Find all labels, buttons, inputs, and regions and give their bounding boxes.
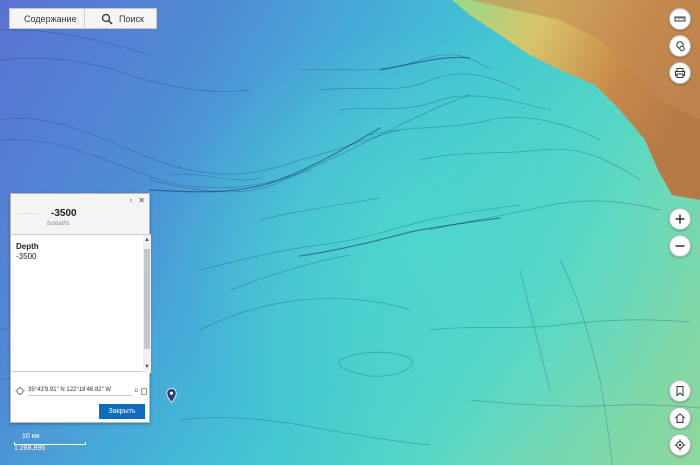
ruler-icon (674, 16, 686, 22)
close-button[interactable]: Закрыть (99, 404, 145, 419)
scale-distance: 10 км (22, 433, 40, 440)
map-toolbar: Содержание Поиск (9, 8, 157, 29)
coord-extra: o (134, 388, 138, 394)
scroll-up-icon[interactable]: ▲ (144, 237, 150, 243)
print-button[interactable] (669, 62, 691, 84)
dock-icon[interactable]: ▫ (129, 196, 132, 205)
close-icon[interactable]: ✕ (138, 196, 145, 205)
home-button[interactable] (669, 407, 691, 429)
contents-button[interactable]: Содержание (10, 9, 84, 28)
attribute-value: -3500 (16, 252, 37, 261)
legend-swatch (17, 213, 39, 214)
copy-icon[interactable] (141, 387, 147, 395)
crosshair-icon[interactable] (15, 386, 25, 396)
basemap-button[interactable] (669, 35, 691, 57)
locate-button[interactable] (669, 434, 691, 456)
popup-controls: ▫ ✕ (129, 196, 145, 205)
scroll-down-icon[interactable]: ▼ (144, 364, 150, 370)
search-label: Поиск (119, 13, 144, 24)
search-icon (101, 13, 113, 25)
plus-icon (675, 214, 685, 224)
location-pin-icon[interactable] (166, 388, 177, 403)
coordinates-text: 35°43'9.91" N 122°18'46.82" W (28, 387, 132, 396)
popup-scrollbar[interactable]: ▲ ▼ (143, 235, 151, 373)
search-button[interactable]: Поиск (84, 9, 156, 28)
basemap-icon (676, 41, 685, 52)
bookmarks-button[interactable] (669, 380, 691, 402)
zoom-in-button[interactable] (669, 208, 691, 230)
popup-title: -3500 (51, 208, 77, 219)
contents-label: Содержание (24, 13, 77, 24)
scale-ratio: 1:288,895 (14, 445, 46, 452)
zoom-out-button[interactable] (669, 235, 691, 257)
minus-icon (675, 245, 685, 247)
printer-icon (675, 68, 685, 78)
popup-header: ▫ ✕ -3500 Isobaths (11, 194, 149, 234)
attribute-name: Depth (16, 242, 39, 251)
scale-bar: 10 км 1:288,895 (14, 433, 86, 457)
popup-layer-name: Isobaths (47, 221, 70, 227)
locate-icon (674, 439, 686, 451)
popup-attributes: Depth -3500 ▲ ▼ (11, 234, 151, 373)
coordinate-row: 35°43'9.91" N 122°18'46.82" W o (15, 384, 147, 398)
measure-button[interactable] (669, 8, 691, 30)
scroll-thumb[interactable] (144, 249, 150, 349)
home-icon (675, 413, 685, 423)
bookmark-icon (676, 386, 684, 397)
feature-popup: ▫ ✕ -3500 Isobaths Depth -3500 ▲ ▼ 35°43… (10, 193, 151, 423)
